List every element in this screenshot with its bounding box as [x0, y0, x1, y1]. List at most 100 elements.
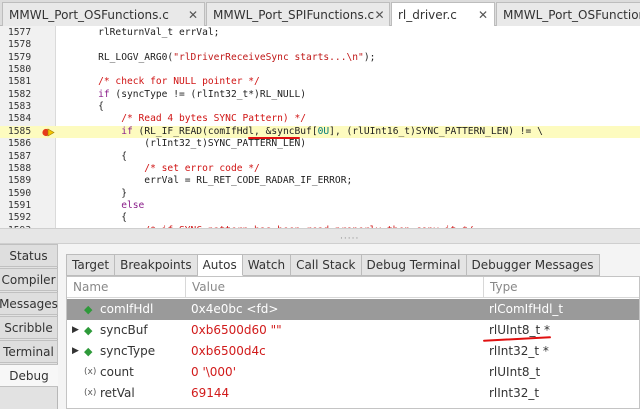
tab-rl-driver-c[interactable]: rl_driver.c ✕ — [391, 2, 495, 27]
debug-tab-bar: Target Breakpoints Autos Watch Call Stac… — [66, 254, 600, 276]
tab-debugger-messages[interactable]: Debugger Messages — [466, 254, 600, 276]
tab-mmwl-port-osfunctions-h[interactable]: MMWL_Port_OSFunctions.h — [496, 2, 640, 26]
expand-arrow-icon[interactable]: ▶ — [72, 404, 82, 408]
code-line[interactable]: 1592 { — [0, 212, 640, 224]
expand-arrow-icon[interactable]: ▶ — [72, 341, 82, 362]
line-number: 1582 — [8, 88, 32, 100]
table-header: Name Value Type — [67, 277, 639, 298]
tab-label: rl_driver.c — [398, 8, 457, 22]
variable-value[interactable]: {sync1 = 0, sync2 = 0} — [191, 404, 481, 408]
code-line[interactable]: 1578 — [0, 39, 640, 51]
line-number: 1581 — [8, 76, 32, 88]
tab-mmwl-port-spifunctions-c[interactable]: MMWL_Port_SPIFunctions.c ✕ — [206, 2, 390, 26]
code-line[interactable]: 1581 /* check for NULL pointer */ — [0, 76, 640, 88]
code-line[interactable]: 1587 { — [0, 151, 640, 163]
line-number: 1587 — [8, 150, 32, 162]
variable-type: rlUInt8_t — [489, 365, 541, 379]
code-line[interactable]: 1584 /* Read 4 bytes SYNC Pattern) */ — [0, 113, 640, 125]
table-row[interactable]: ▶ ◆ syncBuf 0xb6500d60 "" rlUInt8_t * — [67, 320, 639, 341]
code-line[interactable]: 1586 (rlInt32_t)SYNC_PATTERN_LEN) — [0, 138, 640, 150]
panel-splitter[interactable]: ····· — [0, 228, 640, 244]
debug-panel: Target Breakpoints Autos Watch Call Stac… — [58, 244, 640, 409]
code-line[interactable]: 1591 else — [0, 200, 640, 212]
table-row[interactable]: (x) count 0 '\000' rlUInt8_t — [67, 362, 639, 383]
close-icon[interactable]: ✕ — [186, 8, 200, 22]
line-number: 1577 — [8, 27, 32, 38]
expand-arrow-icon[interactable]: ▶ — [72, 320, 82, 341]
code-text: } — [75, 187, 127, 199]
tab-terminal[interactable]: Terminal — [0, 340, 58, 363]
tab-messages[interactable]: Messages — [0, 292, 58, 315]
column-header-name[interactable]: Name — [67, 277, 185, 298]
code-text: rlReturnVal_t errVal; — [75, 27, 220, 38]
code-line[interactable]: 1582 if (syncType != (rlInt32_t*)RL_NULL… — [0, 89, 640, 101]
tab-compiler[interactable]: Compiler — [0, 268, 58, 291]
code-line[interactable]: 1590 } — [0, 188, 640, 200]
variable-value[interactable]: 69144 — [191, 383, 481, 404]
argument-icon: ◆ — [84, 303, 93, 316]
column-header-value[interactable]: Value — [185, 277, 483, 298]
tab-debug[interactable]: Debug — [0, 364, 58, 387]
editor-tab-bar: MMWL_Port_OSFunctions.c ✕ MMWL_Port_SPIF… — [0, 0, 640, 27]
line-number: 1590 — [8, 187, 32, 199]
close-icon[interactable]: ✕ — [476, 8, 490, 22]
line-number: 1589 — [8, 175, 32, 187]
table-row[interactable]: ▶(x) recSyncPattern {sync1 = 0, sync2 = 0}… — [67, 404, 639, 408]
variable-name: recSyncPattern — [100, 404, 184, 408]
tab-autos[interactable]: Autos — [197, 254, 243, 276]
tab-status[interactable]: Status — [0, 244, 58, 267]
local-variable-icon: (x) — [84, 388, 97, 398]
tab-mmwl-port-osfunctions-c[interactable]: MMWL_Port_OSFunctions.c ✕ — [2, 2, 205, 26]
code-line[interactable]: 1577 rlReturnVal_t errVal; — [0, 27, 640, 39]
breakpoint-arrow-icon[interactable] — [42, 127, 56, 138]
code-text: { — [75, 150, 127, 162]
tab-label: MMWL_Port_OSFunctions.h — [503, 7, 640, 22]
table-row[interactable]: ◆ comIfHdl 0x4e0bc <fd> rlComIfHdl_t — [67, 299, 639, 320]
code-text: RL_LOGV_ARG0("rlDriverReceiveSync starts… — [75, 51, 376, 63]
local-variable-icon: (x) — [84, 404, 96, 408]
variable-type: rlComIfHdl_t — [489, 302, 564, 316]
variable-value[interactable]: 0xb6500d4c — [191, 341, 481, 362]
variable-name: retVal — [100, 386, 135, 400]
variable-value[interactable]: 0 '\000' — [191, 362, 481, 383]
code-line[interactable]: 1579 RL_LOGV_ARG0("rlDriverReceiveSync s… — [0, 52, 640, 64]
table-row[interactable]: ▶ ◆ syncType 0xb6500d4c rlInt32_t * — [67, 341, 639, 362]
code-text: /* set error code */ — [75, 162, 260, 174]
line-number: 1592 — [8, 212, 32, 224]
argument-icon: ◆ — [84, 345, 93, 358]
line-number: 1579 — [8, 51, 32, 63]
tab-label: MMWL_Port_SPIFunctions.c — [213, 7, 375, 22]
tab-call-stack[interactable]: Call Stack — [291, 254, 362, 276]
tab-scribble[interactable]: Scribble — [0, 316, 58, 339]
code-line[interactable]: 1583 { — [0, 101, 640, 113]
line-number: 1584 — [8, 113, 32, 125]
variable-value[interactable]: 0x4e0bc <fd> — [191, 299, 481, 320]
table-row[interactable]: (x) retVal 69144 rlInt32_t — [67, 383, 639, 404]
tab-breakpoints[interactable]: Breakpoints — [115, 254, 198, 276]
code-text: else — [75, 199, 145, 211]
line-number: 1585 — [8, 125, 32, 137]
code-line[interactable]: 1585 if (RL_IF_READ(comIfHdl, &syncBuf[0… — [0, 125, 640, 139]
autos-table: Name Value Type ◆ comIfHdl 0x4e0bc <fd> rlC… — [66, 276, 640, 409]
close-icon[interactable]: ✕ — [374, 8, 385, 22]
code-editor[interactable]: 1577 rlReturnVal_t errVal; 1578 1579 RL_LO… — [0, 26, 640, 228]
tab-debug-terminal[interactable]: Debug Terminal — [361, 254, 467, 276]
code-line[interactable]: 1589 errVal = RL_RET_CODE_RADAR_IF_ERROR… — [0, 175, 640, 187]
column-header-type[interactable]: Type — [483, 277, 639, 298]
code-text: /* Read 4 bytes SYNC Pattern) */ — [75, 113, 307, 125]
code-line[interactable]: 1588 /* set error code */ — [0, 163, 640, 175]
line-number: 1586 — [8, 138, 32, 150]
variable-name: syncType — [100, 344, 156, 358]
variable-type: rlInt32_t — [489, 386, 540, 400]
tab-watch[interactable]: Watch — [242, 254, 292, 276]
variable-type: rlSyncPattern_t — [489, 404, 639, 408]
code-text: { — [75, 212, 127, 224]
annotation-underline — [248, 137, 300, 140]
code-text: if (RL_IF_READ(comIfHdl, &syncBuf[0U], (… — [75, 125, 543, 137]
splitter-grip-icon[interactable]: ····· — [340, 234, 359, 244]
tab-target[interactable]: Target — [66, 254, 116, 276]
variable-name: comIfHdl — [100, 302, 154, 316]
variable-value[interactable]: 0xb6500d60 "" — [191, 320, 481, 341]
code-line[interactable]: 1580 — [0, 64, 640, 76]
code-text: /* check for NULL pointer */ — [75, 76, 260, 88]
